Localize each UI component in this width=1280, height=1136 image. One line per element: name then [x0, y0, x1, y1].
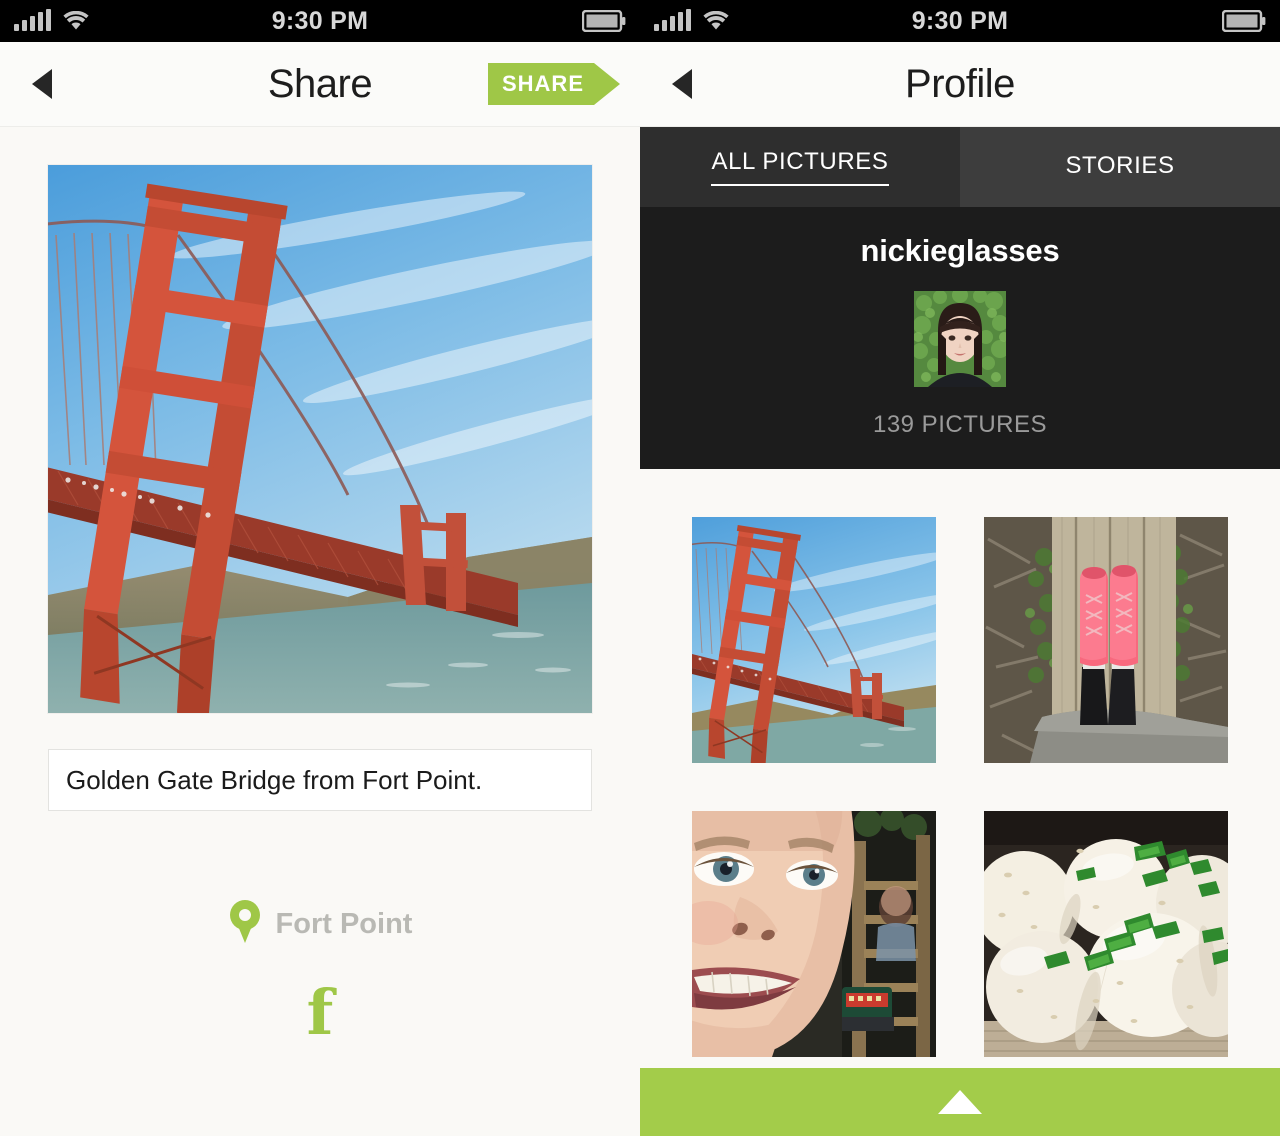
share-screen: 9:30 PM Share SHARE Golden Gate Bridge f…	[0, 0, 640, 1136]
wifi-icon	[63, 11, 89, 31]
share-photo-preview[interactable]	[48, 165, 592, 713]
share-button-label: SHARE	[501, 71, 584, 96]
grid-photo-buns[interactable]	[984, 811, 1228, 1057]
steamed-buns-image	[984, 811, 1228, 1057]
facebook-glyph: f	[306, 976, 334, 1049]
battery-icon	[1222, 0, 1266, 42]
signal-bars-icon	[654, 9, 691, 31]
share-button-arrow-tip	[594, 63, 620, 105]
profile-tabs: ALL PICTURES STORIES	[640, 127, 1280, 207]
chevron-up-icon	[938, 1090, 982, 1114]
page-title: Profile	[905, 61, 1015, 106]
photo-grid	[640, 469, 1280, 1057]
facebook-icon[interactable]: f	[0, 982, 640, 1044]
page-title: Share	[267, 61, 373, 106]
wifi-icon	[703, 11, 729, 31]
profile-screen: 9:30 PM Profile ALL PICTURES STORIES nic…	[640, 0, 1280, 1136]
nav-bar-share: Share SHARE	[0, 42, 640, 127]
battery-icon	[582, 0, 626, 42]
share-button[interactable]: SHARE	[487, 63, 620, 105]
tab-all-pictures[interactable]: ALL PICTURES	[640, 127, 960, 207]
status-left-icons	[14, 0, 89, 42]
caption-text: Golden Gate Bridge from Fort Point.	[66, 764, 483, 795]
child-face-image	[692, 811, 936, 1057]
expand-drawer-bar[interactable]	[640, 1068, 1280, 1136]
nav-bar-profile: Profile	[640, 42, 1280, 127]
profile-username: nickieglasses	[860, 233, 1060, 268]
location-row[interactable]: Fort Point	[0, 900, 640, 948]
profile-header: nickieglasses 139 PICTURES	[640, 207, 1280, 469]
status-time: 9:30 PM	[271, 7, 369, 35]
golden-gate-bridge-image	[48, 165, 592, 713]
status-bar-right: 9:30 PM	[640, 0, 1280, 42]
avatar-image	[914, 291, 1006, 387]
signal-bars-icon	[14, 9, 51, 31]
back-arrow-icon[interactable]	[32, 69, 56, 99]
dual-phone-screenshot: 9:30 PM Share SHARE Golden Gate Bridge f…	[0, 0, 1280, 1136]
tab-stories-label: STORIES	[1065, 152, 1175, 179]
map-pin-icon	[228, 900, 262, 948]
grid-photo-sneakers[interactable]	[984, 517, 1228, 763]
status-left-icons-right	[654, 0, 729, 42]
location-name: Fort Point	[275, 907, 413, 940]
caption-input[interactable]: Golden Gate Bridge from Fort Point.	[48, 749, 592, 811]
grid-photo-bridge[interactable]	[692, 517, 936, 763]
picture-count: 139 PICTURES	[872, 411, 1048, 438]
avatar[interactable]	[914, 291, 1006, 387]
grid-photo-child[interactable]	[692, 811, 936, 1057]
pink-sneakers-image	[984, 517, 1228, 763]
grid-row	[640, 811, 1280, 1057]
status-time: 9:30 PM	[911, 7, 1009, 35]
grid-row	[640, 517, 1280, 763]
tab-all-pictures-label: ALL PICTURES	[711, 148, 889, 186]
status-bar-left: 9:30 PM	[0, 0, 640, 42]
golden-gate-thumbnail-image	[692, 517, 936, 763]
tab-stories[interactable]: STORIES	[960, 127, 1280, 207]
back-arrow-icon[interactable]	[672, 69, 696, 99]
